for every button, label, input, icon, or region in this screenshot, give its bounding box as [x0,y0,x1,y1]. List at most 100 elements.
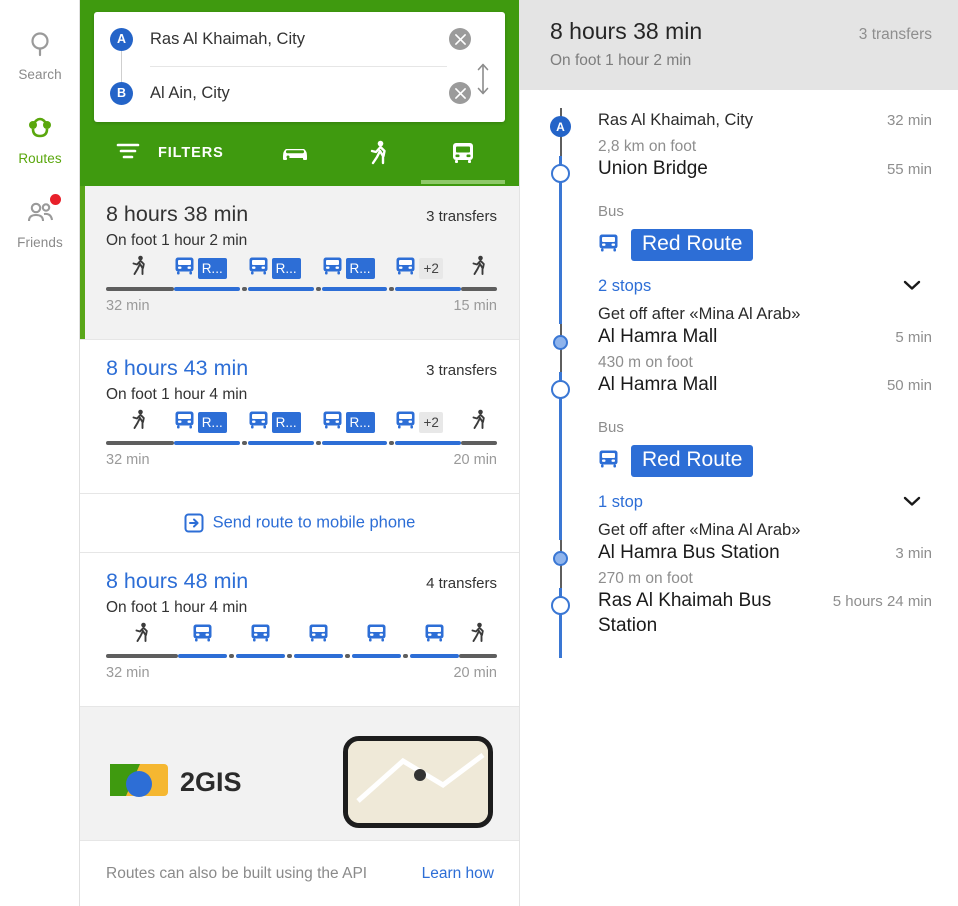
route-segment-walk [106,254,174,291]
stop-duration: 50 min [886,377,932,394]
route-transfers: 3 transfers [426,362,497,379]
send-route-label: Send route to mobile phone [212,513,416,532]
route-strip-labels: 32 min 20 min [106,445,497,468]
stop-name: Union Bridge [598,158,708,179]
segment-bar [173,287,240,291]
destination-field-row[interactable]: B [94,66,505,120]
segment-bar [409,654,460,658]
transport-mode: Bus [598,203,624,220]
timeline-marker: A [550,116,571,137]
bus-icon [192,623,213,648]
mode-tabs: FILTERS [94,122,505,184]
details-transfers: 3 transfers [858,26,932,43]
chevron-down-icon[interactable] [902,494,922,512]
segment-icons: R... [322,254,388,282]
rail-item-routes[interactable]: Routes [0,98,80,182]
board-marker [551,380,570,399]
pedestrian-icon [132,409,146,429]
timeline-step-header: Al Hamra Mall 50 min [598,372,932,397]
notification-badge [50,194,61,205]
send-to-phone-icon [184,513,213,533]
route-card[interactable]: 8 hours 48 min 4 transfers On foot 1 hou… [80,553,519,707]
segment-icons: R... [248,408,314,436]
bus-icon [453,143,473,163]
stops-toggle[interactable]: 2 stops [598,277,932,296]
bus-icon [308,623,329,648]
promo-logo: 2GIS [106,754,242,811]
bus-icon [248,256,269,281]
bus-icon [396,257,415,274]
route-transfers: 4 transfers [426,575,497,592]
stop-name: Al Hamra Mall [598,326,718,347]
origin-input[interactable] [133,29,449,49]
tab-public-transport[interactable] [421,122,505,184]
bus-icon [322,410,343,435]
send-route-to-phone-button[interactable]: Send route to mobile phone [80,494,519,553]
rail-item-search[interactable]: Search [0,14,80,98]
route-chip-row: Red Route [598,229,932,261]
stop-duration: 3 min [895,545,932,562]
rail-item-label: Friends [17,235,63,250]
route-details-panel: 8 hours 38 min 3 transfers On foot 1 hou… [520,0,958,906]
route-name-chip[interactable]: Red Route [631,229,754,261]
segment-icons: +2 [395,408,461,436]
bus-icon [323,257,342,274]
segment-bar [459,654,497,658]
footer-text: Routes can also be built using the API [106,864,368,882]
route-name-chip[interactable]: Red Route [631,445,754,477]
transport-mode: Bus [598,419,624,436]
stop-name: Ras Al Khaimah, City [598,111,753,129]
route-strip: R... R... R... +2 [106,409,497,477]
stops-toggle[interactable]: 1 stop [598,493,932,512]
learn-how-link[interactable]: Learn how [422,865,494,883]
pedestrian-icon [472,409,485,429]
segment-bar [321,287,388,291]
search-pin-icon [25,30,55,60]
tab-car[interactable] [253,122,337,184]
swap-vertical-icon[interactable] [471,62,495,96]
route-card[interactable]: 8 hours 38 min 3 transfers On foot 1 hou… [80,186,519,340]
route-segment-bus: R... [321,254,388,291]
bus-icon [366,623,387,648]
stop-duration: 55 min [886,161,932,178]
pedestrian-icon [471,255,488,282]
tab-pedestrian[interactable] [337,122,421,184]
segment-bar [106,287,174,291]
routes-panel: A B [80,0,520,906]
chevron-down-icon[interactable] [902,278,922,296]
destination-input[interactable] [133,83,449,103]
route-segment-walk [459,621,497,658]
routes-icon [25,114,55,144]
segment-icons [178,621,227,649]
route-strip-labels: 32 min 20 min [106,658,497,681]
bus-icon [174,256,195,281]
segment-bar [293,654,344,658]
bus-icon [323,411,342,428]
clear-origin-icon[interactable] [449,28,471,50]
strip-end-label: 15 min [453,298,497,314]
route-results-list[interactable]: 8 hours 38 min 3 transfers On foot 1 hou… [80,186,519,906]
rail-item-friends[interactable]: Friends [0,182,80,266]
route-segment-walk [461,408,497,445]
segment-icons [294,621,343,649]
clear-destination-icon[interactable] [449,82,471,104]
timeline-step-header: Ras Al Khaimah, City 32 min [598,108,932,133]
segment-icons [410,621,459,649]
walk-distance: 270 m on foot [598,570,693,587]
route-card[interactable]: 8 hours 43 min 3 transfers On foot 1 hou… [80,340,519,494]
route-strip-icons: R... R... R... +2 [106,255,497,291]
filter-icon [116,142,140,165]
filters-button[interactable]: FILTERS [116,142,224,165]
route-badge: R... [197,257,227,279]
segment-bar [247,287,314,291]
pedestrian-icon [470,622,487,649]
segment-icons [106,408,174,436]
route-strip-icons [106,622,497,658]
origin-field-row[interactable]: A [94,12,505,66]
pedestrian-icon [131,255,148,282]
car-icon [283,149,307,160]
segment-icons: R... [174,408,240,436]
app-promo-banner[interactable]: 2GIS [80,707,519,857]
details-duration: 8 hours 38 min [550,18,703,44]
origin-marker: A [110,27,133,51]
